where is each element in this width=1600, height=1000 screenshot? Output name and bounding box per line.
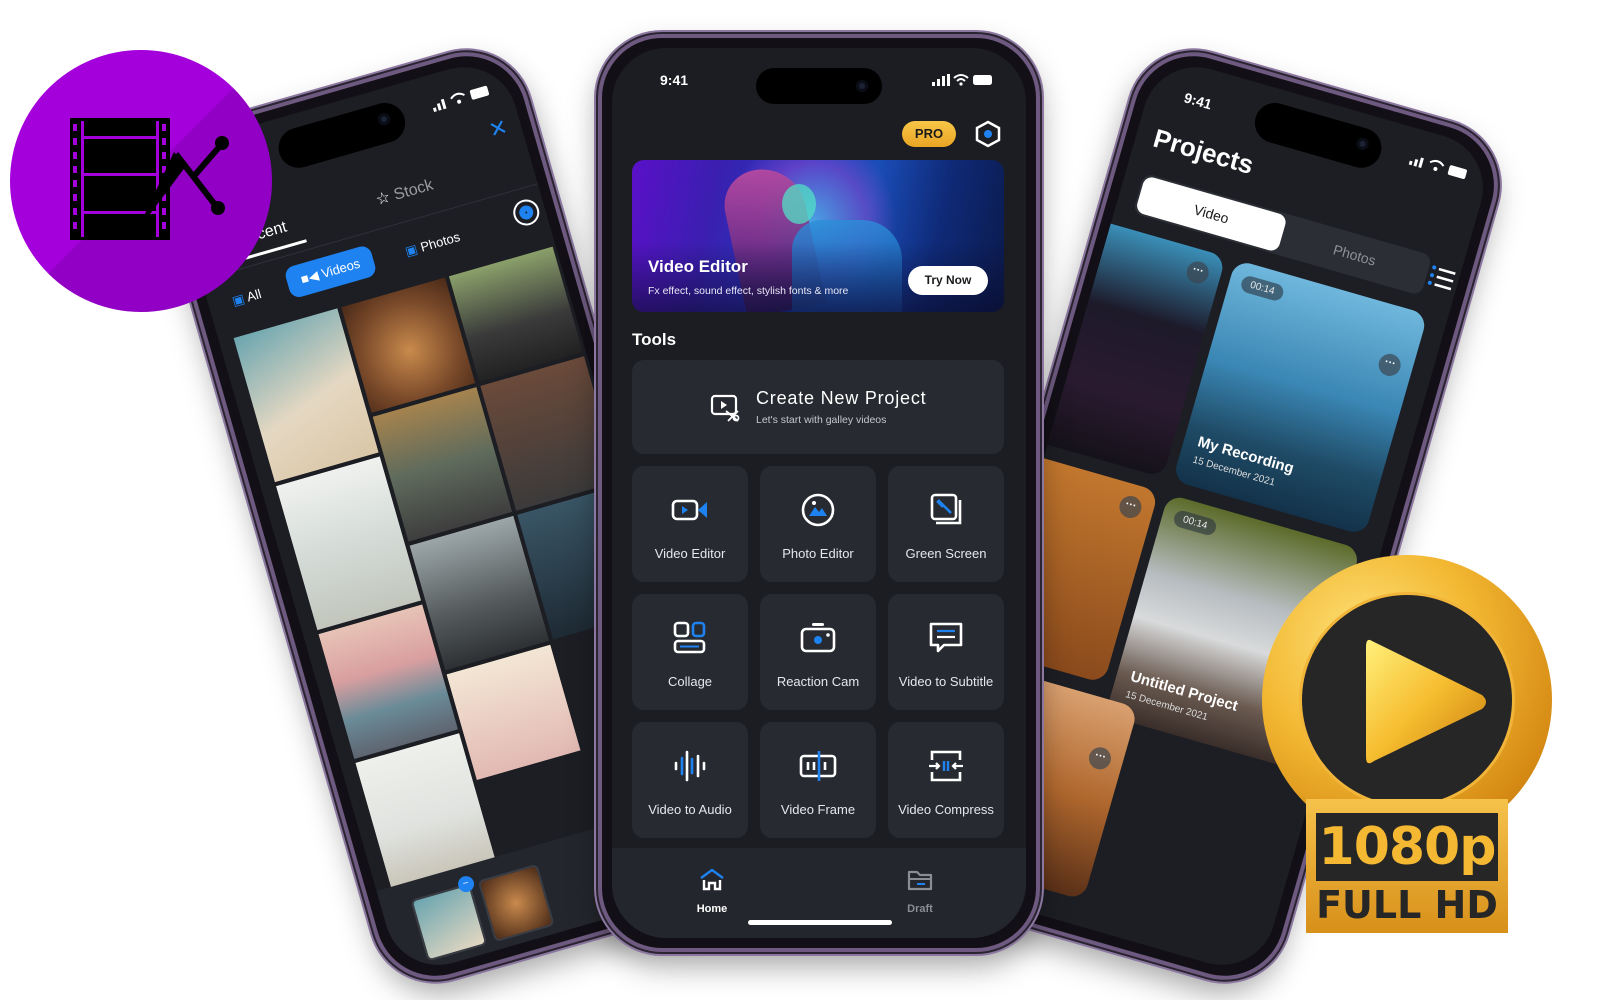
hexagon-settings-icon[interactable] [974,120,1002,148]
duration-badge: 00:14 [1239,274,1286,303]
tab-draft[interactable]: Draft [880,868,960,915]
try-now-button[interactable]: Try Now [908,266,988,295]
selected-thumbnail[interactable] [477,863,555,943]
home-icon [700,868,724,891]
frame-icon [799,751,837,781]
folder-icon [907,870,933,891]
camera-icon [800,623,836,653]
create-project-title: Create New Project [756,388,927,408]
list-view-icon[interactable] [1426,264,1457,292]
tool-green-screen[interactable]: Green Screen [888,466,1004,582]
tab-stock[interactable]: ☆ Stock [373,175,435,210]
banner-subtitle: Fx effect, sound effect, stylish fonts &… [648,285,849,297]
subtitle-icon [929,622,963,653]
status-time: 9:41 [660,72,689,88]
duration-badge: 00:14 [1172,508,1219,538]
green-screen-icon [930,493,962,525]
tool-photo-editor[interactable]: Photo Editor [760,466,876,582]
photo-icon [801,493,835,527]
app-logo-badge [10,50,272,312]
full-hd-label: FULL HD [1316,883,1498,927]
status-icons [932,73,994,90]
banner-title: Video Editor [648,257,748,276]
status-icons [430,83,492,116]
pro-button[interactable]: PRO [902,121,956,147]
tool-video-frame[interactable]: Video Frame [760,722,876,838]
tool-video-to-audio[interactable]: Video to Audio [632,722,748,838]
status-time: 9:41 [1182,89,1214,113]
phone-home: 9:41 PRO Video Editor Fx effect, sound e… [598,34,1040,952]
section-title-tools: Tools [632,330,677,349]
tab-home[interactable]: Home [672,868,752,915]
close-icon[interactable]: ✕ [486,114,511,144]
film-scissors-icon [70,118,229,240]
photos-icon: ▣ [403,241,420,260]
star-icon: ☆ [373,188,393,210]
compress-icon [929,750,963,782]
tool-reaction-cam[interactable]: Reaction Cam [760,594,876,710]
full-hd-badge: 1080p FULL HD [1262,555,1552,935]
page-title: Projects [1150,122,1258,180]
resolution-label: 1080p [1318,817,1497,877]
video-camera-icon: ■◀ [298,267,321,287]
filter-photos[interactable]: ▣ Photos [398,222,468,267]
more-options-button[interactable]: ··· [1086,744,1114,772]
create-project-subtitle: Let's start with galley videos [756,414,887,426]
play-icon [1366,639,1486,764]
home-indicator [748,920,892,925]
status-icons [1408,152,1470,185]
more-options-button[interactable]: ··· [1376,351,1404,379]
create-new-project-button[interactable]: Create New Project Let's start with gall… [632,360,1004,454]
tool-video-to-subtitle[interactable]: Video to Subtitle [888,594,1004,710]
record-icon[interactable] [510,196,543,229]
more-options-button[interactable]: ··· [1116,493,1145,521]
promo-banner[interactable]: Video Editor Fx effect, sound effect, st… [632,160,1004,312]
more-options-button[interactable]: ··· [1184,258,1212,287]
video-scissors-icon [710,394,740,422]
collage-icon [673,621,706,654]
video-camera-icon [671,499,707,521]
tool-video-compress[interactable]: Video Compress [888,722,1004,838]
audio-wave-icon [674,750,706,782]
tool-collage[interactable]: Collage [632,594,748,710]
selected-thumbnail[interactable] [410,883,488,962]
tool-video-editor[interactable]: Video Editor [632,466,748,582]
